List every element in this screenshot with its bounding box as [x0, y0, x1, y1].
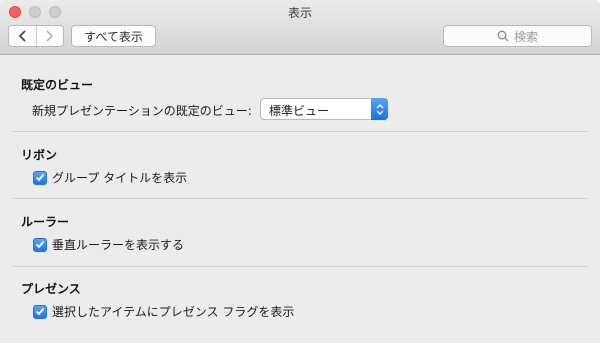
section-title-default-view: 既定のビュー — [21, 78, 94, 92]
popup-arrows-icon — [371, 98, 388, 120]
search-icon — [497, 30, 509, 42]
default-view-label: 新規プレゼンテーションの既定のビュー: — [32, 104, 252, 118]
show-presence-flags-option[interactable]: 選択したアイテムにプレゼンス フラグを表示 — [33, 303, 294, 320]
search-placeholder: 検索 — [513, 29, 538, 44]
search-field[interactable]: 検索 — [443, 25, 592, 47]
forward-button[interactable] — [35, 26, 64, 46]
show-presence-flags-checkbox[interactable] — [33, 304, 47, 319]
checkmark-icon — [35, 240, 45, 249]
show-vertical-ruler-label: 垂直ルーラーを表示する — [52, 238, 185, 252]
show-vertical-ruler-checkbox[interactable] — [33, 237, 47, 252]
preferences-window: 表示 すべて表示 検索 既定のビュー 新規プレゼンテーションの既定のビュー: 標… — [0, 0, 600, 343]
section-title-ribbon: リボン — [21, 148, 58, 162]
show-vertical-ruler-option[interactable]: 垂直ルーラーを表示する — [33, 236, 184, 253]
chevron-right-icon — [46, 30, 54, 42]
checkmark-icon — [35, 307, 45, 316]
show-group-titles-label: グループ タイトルを表示 — [52, 171, 188, 185]
title-bar: 表示 すべて表示 検索 — [0, 0, 600, 55]
default-view-selected-value: 標準ビュー — [269, 104, 330, 118]
divider — [13, 198, 588, 199]
show-group-titles-option[interactable]: グループ タイトルを表示 — [33, 169, 187, 186]
section-title-ruler: ルーラー — [21, 215, 70, 229]
back-forward-control — [8, 25, 64, 47]
divider — [13, 131, 588, 132]
default-view-popup[interactable]: 標準ビュー — [260, 98, 388, 120]
show-all-button[interactable]: すべて表示 — [71, 25, 156, 47]
chevron-left-icon — [18, 30, 26, 42]
show-group-titles-checkbox[interactable] — [33, 170, 47, 185]
show-presence-flags-label: 選択したアイテムにプレゼンス フラグを表示 — [52, 305, 295, 319]
section-title-presence: プレゼンス — [21, 282, 81, 296]
window-title: 表示 — [287, 6, 312, 20]
checkmark-icon — [35, 173, 45, 182]
back-button[interactable] — [9, 26, 36, 46]
preferences-content: 既定のビュー 新規プレゼンテーションの既定のビュー: 標準ビュー リボン グルー… — [0, 56, 600, 343]
divider — [13, 266, 588, 267]
